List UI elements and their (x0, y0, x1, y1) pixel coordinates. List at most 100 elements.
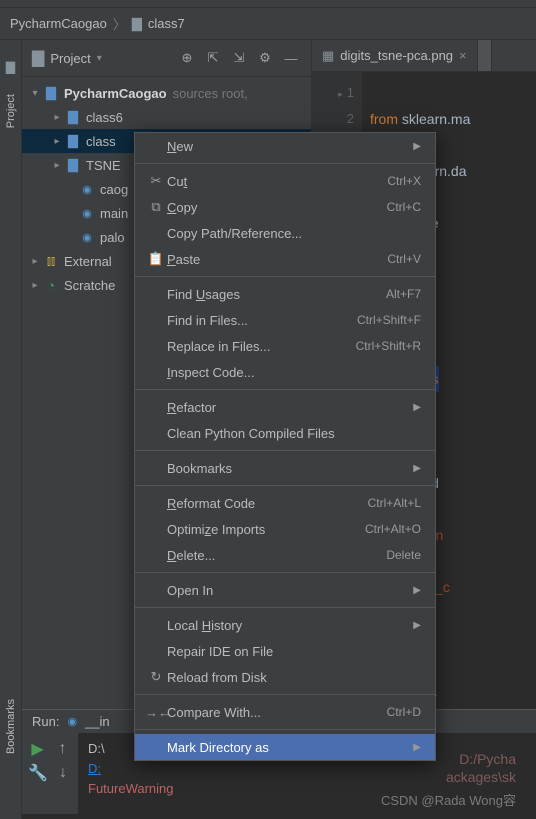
tree-label: PycharmCaogao (64, 86, 167, 101)
panel-title[interactable]: Project (50, 51, 90, 66)
hide-icon[interactable]: — (281, 48, 301, 68)
tree-hint: sources root, (173, 86, 248, 101)
editor-tabs: ▦ digits_tsne-pca.png × (312, 40, 536, 72)
menu-separator (135, 450, 435, 451)
menu-item[interactable]: ✂CutCtrl+X (135, 168, 435, 194)
menu-separator (135, 485, 435, 486)
menu-shortcut: Ctrl+X (387, 174, 421, 188)
dropdown-icon[interactable]: ▾ (97, 53, 102, 64)
image-file-icon: ▦ (322, 48, 334, 64)
expand-icon[interactable]: ▾ (28, 88, 42, 99)
menu-item[interactable]: 📋PasteCtrl+V (135, 246, 435, 272)
menu-item-label: Local History (167, 618, 405, 633)
menu-item-label: Bookmarks (167, 461, 405, 476)
breadcrumb-project[interactable]: PycharmCaogao (10, 16, 107, 31)
tree-label: TSNE (86, 158, 121, 173)
editor-tab-extra[interactable] (478, 40, 492, 71)
menu-item[interactable]: New▶ (135, 133, 435, 159)
context-menu[interactable]: New▶✂CutCtrl+X⧉CopyCtrl+CCopy Path/Refer… (134, 132, 436, 761)
menu-separator (135, 607, 435, 608)
✂-icon: ✂ (145, 173, 167, 189)
menu-item-label: Compare With... (167, 705, 387, 720)
close-icon[interactable]: × (459, 48, 467, 63)
expand-icon[interactable]: ▸ (28, 256, 42, 267)
chevron-right-icon: ▶ (413, 141, 421, 152)
expand-icon[interactable]: ▸ (50, 136, 64, 147)
tree-root[interactable]: ▾ ▇ PycharmCaogao sources root, (22, 81, 311, 105)
breadcrumb-folder[interactable]: class7 (148, 16, 185, 31)
menu-item[interactable]: Inspect Code... (135, 359, 435, 385)
tree-label: class6 (86, 110, 123, 125)
project-tool-tab[interactable]: Project (5, 94, 17, 128)
menu-item[interactable]: ↻Reload from Disk (135, 664, 435, 690)
menu-item[interactable]: Optimize ImportsCtrl+Alt+O (135, 516, 435, 542)
menu-item-label: Copy Path/Reference... (167, 226, 421, 241)
panel-header: ▇ Project ▾ ⊕ ⇱ ⇲ ⚙ — (22, 40, 311, 77)
output-link[interactable]: D: (88, 761, 101, 776)
menu-item-label: Inspect Code... (167, 365, 421, 380)
menu-item[interactable]: Refactor▶ (135, 394, 435, 420)
menu-separator (135, 389, 435, 390)
menu-shortcut: Ctrl+C (387, 200, 421, 214)
menu-shortcut: Ctrl+Shift+R (356, 339, 421, 353)
menu-item-label: Reformat Code (167, 496, 368, 511)
tree-label: caog (100, 182, 128, 197)
menu-item-label: Copy (167, 200, 387, 215)
menu-item[interactable]: Local History ▶ (135, 612, 435, 638)
tree-label: palo (100, 230, 125, 245)
bookmarks-tool-tab[interactable]: Bookmarks (5, 699, 17, 754)
menu-item[interactable]: Find UsagesAlt+F7 (135, 281, 435, 307)
expand-icon[interactable]: ▸ (28, 280, 42, 291)
menu-shortcut: Ctrl+Shift+F (357, 313, 421, 327)
menu-separator (135, 276, 435, 277)
python-file-icon: ◉ (78, 183, 96, 196)
run-config[interactable]: __in (85, 714, 110, 729)
menu-item[interactable]: Delete...Delete (135, 542, 435, 568)
menu-item-label: Cut (167, 174, 387, 189)
menu-item[interactable]: Mark Directory as▶ (135, 734, 435, 760)
project-icon: ▇ (32, 48, 44, 68)
⧉-icon: ⧉ (145, 199, 167, 215)
expand-icon[interactable]: ▸ (50, 160, 64, 171)
menu-item[interactable]: →←Compare With...Ctrl+D (135, 699, 435, 725)
scratch-icon: ◔ (42, 278, 60, 293)
folder-icon: ▇ (42, 85, 60, 101)
wrench-icon[interactable]: 🔧 (28, 763, 48, 783)
tree-label: Scratche (64, 278, 115, 293)
python-file-icon: ◉ (78, 207, 96, 220)
menu-item[interactable]: Replace in Files...Ctrl+Shift+R (135, 333, 435, 359)
run-label: Run: (32, 714, 59, 729)
play-icon[interactable]: ▶ (28, 739, 47, 759)
chevron-right-icon: ▶ (413, 463, 421, 474)
menu-item[interactable]: Reformat CodeCtrl+Alt+L (135, 490, 435, 516)
menu-shortcut: Ctrl+V (387, 252, 421, 266)
→←-icon: →← (145, 705, 167, 720)
menu-item[interactable]: Clean Python Compiled Files (135, 420, 435, 446)
menu-item[interactable]: Repair IDE on File (135, 638, 435, 664)
menu-item-label: Clean Python Compiled Files (167, 426, 421, 441)
menu-shortcut: Ctrl+Alt+O (365, 522, 421, 536)
menu-shortcut: Ctrl+D (387, 705, 421, 719)
gear-icon[interactable]: ⚙ (255, 48, 275, 68)
chevron-right-icon: 〉 (113, 14, 126, 33)
menu-separator (135, 163, 435, 164)
menu-item[interactable]: Bookmarks ▶ (135, 455, 435, 481)
↻-icon: ↻ (145, 669, 167, 685)
menu-item[interactable]: Open In▶ (135, 577, 435, 603)
menu-item-label: Find in Files... (167, 313, 357, 328)
menu-shortcut: Delete (386, 548, 421, 562)
editor-tab[interactable]: ▦ digits_tsne-pca.png × (312, 40, 478, 71)
up-icon[interactable]: ↑ (53, 739, 72, 759)
python-icon: ◉ (67, 715, 77, 728)
menu-item[interactable]: Copy Path/Reference... (135, 220, 435, 246)
collapse-icon[interactable]: ⇲ (229, 48, 249, 68)
expand-icon[interactable]: ⇱ (203, 48, 223, 68)
breadcrumb[interactable]: PycharmCaogao 〉 ▇ class7 (0, 8, 536, 40)
down-icon[interactable]: ↓ (54, 763, 72, 783)
chevron-right-icon: ▶ (413, 620, 421, 631)
target-icon[interactable]: ⊕ (177, 48, 197, 68)
menu-item[interactable]: ⧉CopyCtrl+C (135, 194, 435, 220)
menu-item[interactable]: Find in Files...Ctrl+Shift+F (135, 307, 435, 333)
expand-icon[interactable]: ▸ (50, 112, 64, 123)
tree-row[interactable]: ▸ ▇ class6 (22, 105, 311, 129)
